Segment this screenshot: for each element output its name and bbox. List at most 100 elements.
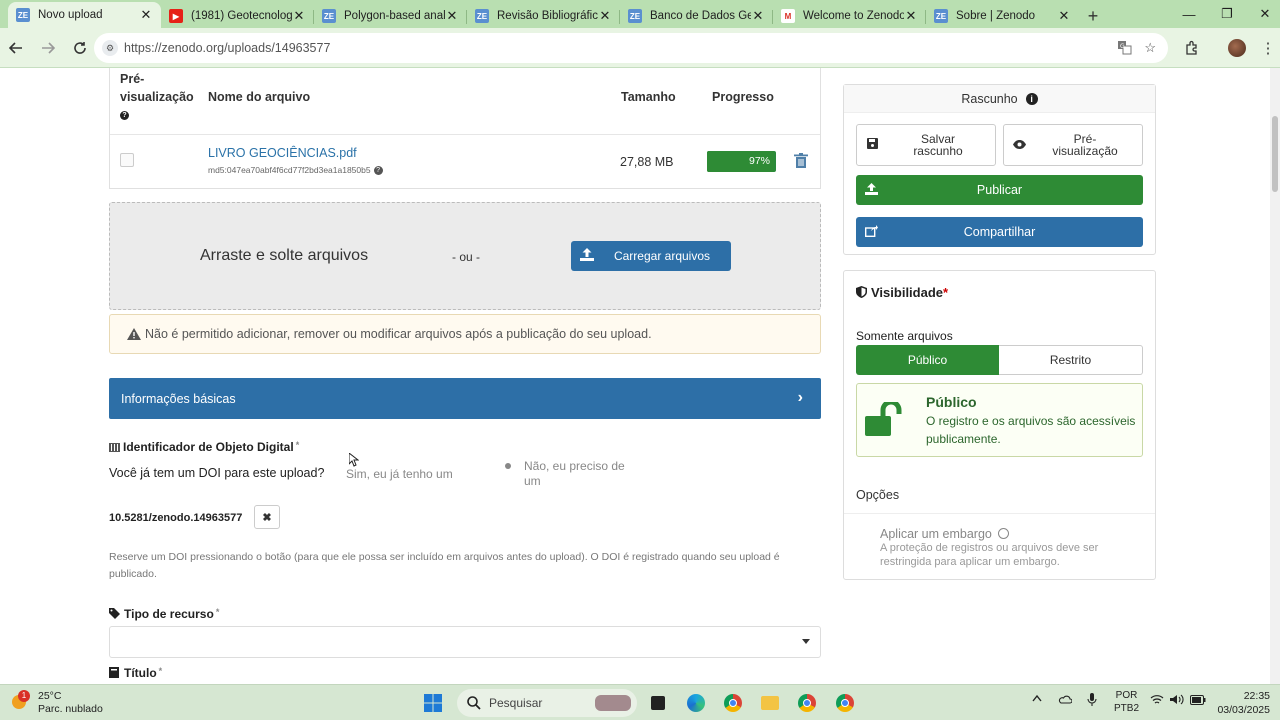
file-explorer-icon[interactable]	[760, 693, 780, 713]
close-tab-icon[interactable]: ✕	[445, 8, 459, 24]
input-language[interactable]: POR PTB2	[1114, 689, 1139, 715]
title-label: Título *	[109, 666, 162, 680]
weather-desc: Parc. nublado	[38, 703, 103, 715]
preview-label-2: visualização	[1052, 144, 1118, 158]
radio-dot-icon[interactable]	[505, 463, 511, 469]
close-tab-icon[interactable]: ✕	[139, 7, 153, 23]
close-tab-icon[interactable]: ✕	[1057, 8, 1071, 24]
upload-files-button[interactable]: Carregar arquivos	[571, 241, 731, 271]
browser-tab[interactable]: ZE Banco de Dados Geo ✕	[620, 4, 773, 28]
unlock-icon	[865, 402, 902, 436]
site-info-icon[interactable]: ⚙	[102, 40, 118, 56]
browser-tab[interactable]: M Welcome to Zenodo ✕	[773, 4, 926, 28]
public-toggle-button[interactable]: Público	[856, 345, 999, 375]
doi-option-no-line1: Não, eu preciso de	[524, 459, 625, 473]
upload-files-label: Carregar arquivos	[613, 249, 711, 263]
system-clock[interactable]: 22:35 03/03/2025	[1217, 689, 1270, 717]
resource-type-text: Tipo de recurso	[124, 607, 214, 621]
bookmark-star-icon[interactable]: ☆	[1144, 40, 1156, 56]
col-preview-header: Pré- visualização ?	[120, 70, 194, 124]
restricted-toggle-button[interactable]: Restrito	[999, 345, 1143, 375]
close-window-icon[interactable]: ✕	[1246, 0, 1280, 28]
public-description: O registro e os arquivos são acessíveis …	[926, 414, 1136, 446]
browser-tab[interactable]: ZE Revisão Bibliográfica ✕	[467, 4, 620, 28]
info-icon[interactable]: i	[1025, 92, 1038, 105]
new-tab-button[interactable]: +	[1079, 4, 1107, 28]
table-row: LIVRO GEOCIÊNCIAS.pdf md5:047ea70abf4f6c…	[110, 134, 820, 188]
translate-icon[interactable]: G	[1117, 40, 1132, 58]
windows-start-icon[interactable]	[423, 693, 443, 713]
onedrive-icon[interactable]	[1058, 694, 1073, 707]
extensions-icon[interactable]	[1176, 32, 1208, 64]
publish-button[interactable]: Publicar	[856, 175, 1143, 205]
preview-checkbox[interactable]	[120, 153, 134, 167]
tab-title: Revisão Bibliográfica	[497, 10, 598, 22]
upload-progress-bar: 97%	[707, 151, 776, 172]
embargo-title[interactable]: Aplicar um embargo	[880, 527, 1010, 541]
microphone-icon[interactable]	[1087, 693, 1097, 710]
doi-option-yes[interactable]: Sim, eu já tenho um	[346, 467, 453, 482]
chrome-icon[interactable]	[723, 693, 743, 713]
doi-option-no[interactable]: Não, eu preciso de um	[524, 459, 625, 489]
forward-button[interactable]	[32, 32, 64, 64]
resource-type-label: Tipo de recurso *	[109, 607, 219, 621]
browser-tab[interactable]: ZE Sobre | Zenodo ✕	[926, 4, 1079, 28]
address-bar[interactable]: ⚙ https://zenodo.org/uploads/14963577 G …	[94, 33, 1168, 63]
close-tab-icon[interactable]: ✕	[598, 8, 612, 24]
taskbar-search[interactable]: Pesquisar	[457, 689, 637, 717]
task-view-icon[interactable]	[648, 693, 668, 713]
book-icon	[109, 667, 119, 678]
battery-icon[interactable]	[1190, 695, 1206, 708]
back-button[interactable]	[0, 32, 32, 64]
doi-option-no-line2: um	[524, 474, 541, 488]
wifi-icon[interactable]	[1150, 694, 1164, 708]
scrollbar-thumb[interactable]	[1272, 116, 1278, 192]
floppy-disk-icon	[857, 138, 887, 152]
barcode-icon	[109, 443, 120, 452]
browser-tab[interactable]: ZE Polygon-based analy ✕	[314, 4, 467, 28]
volume-icon[interactable]	[1170, 694, 1184, 708]
discard-doi-button[interactable]: ✖	[254, 505, 280, 529]
shield-icon	[856, 286, 867, 298]
file-dropzone[interactable]: Arraste e solte arquivos - ou - Carregar…	[109, 202, 821, 310]
chevron-up-icon[interactable]	[1032, 694, 1042, 705]
profile-avatar[interactable]	[1221, 32, 1253, 64]
help-icon[interactable]: ?	[120, 111, 129, 121]
help-icon[interactable]: ?	[373, 166, 383, 176]
save-draft-button[interactable]: Salvar rascunho	[856, 124, 996, 166]
minimize-icon[interactable]: —	[1170, 0, 1208, 28]
browser-tab[interactable]: ▶ (1981) Geotecnologias✕	[161, 4, 314, 28]
reload-icon	[74, 41, 86, 54]
preview-button[interactable]: Pré-visualização	[1003, 124, 1143, 166]
tab-title: Sobre | Zenodo	[956, 10, 1036, 22]
edge-icon[interactable]	[686, 693, 706, 713]
reload-button[interactable]	[64, 32, 96, 64]
chrome-active-icon[interactable]	[835, 693, 855, 713]
restore-icon[interactable]: ❐	[1208, 0, 1246, 28]
chevron-right-icon: ›	[797, 389, 803, 406]
share-button[interactable]: Compartilhar	[856, 217, 1143, 247]
warning-icon	[127, 328, 141, 340]
search-highlight-icon	[595, 695, 631, 711]
youtube-icon: ▶	[169, 9, 183, 23]
close-tab-icon[interactable]: ✕	[904, 8, 918, 24]
dropzone-or: - ou -	[452, 250, 481, 264]
close-tab-icon[interactable]: ✕	[751, 8, 765, 24]
public-info-box: Público O registro e os arquivos são ace…	[856, 383, 1143, 457]
menu-kebab-icon[interactable]: ⋮	[1252, 32, 1280, 64]
resource-type-select[interactable]	[109, 626, 821, 658]
title-label-text: Título	[124, 666, 157, 680]
visibility-title: Visibilidade*	[856, 285, 948, 300]
page-scrollbar[interactable]	[1270, 68, 1280, 684]
weather-widget[interactable]: 1 25°C Parc. nublado	[10, 690, 103, 716]
close-tab-icon[interactable]: ✕	[292, 8, 306, 24]
trash-icon[interactable]	[794, 153, 808, 169]
divider	[844, 513, 1155, 514]
basic-info-accordion[interactable]: Informações básicas ›	[109, 378, 821, 419]
browser-tab[interactable]: ZE Novo upload ✕	[8, 2, 161, 28]
draft-header: Rascunho i	[844, 85, 1155, 113]
required-marker: *	[215, 607, 220, 617]
doi-label: Identificador de Objeto Digital *	[109, 440, 299, 454]
chrome-profile-icon[interactable]	[797, 693, 817, 713]
file-name-link[interactable]: LIVRO GEOCIÊNCIAS.pdf	[208, 146, 357, 160]
